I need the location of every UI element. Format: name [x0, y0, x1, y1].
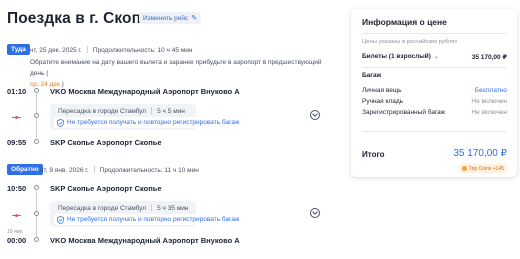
outbound-dep-time: 01:10 [7, 87, 27, 96]
divider [362, 33, 507, 34]
price-info-card: Информация о цене Цены указаны в российс… [351, 9, 517, 177]
return-expand-button[interactable] [310, 208, 320, 218]
transfer-dot [34, 211, 39, 216]
return-baggage-text: Не требуется получать и повторно регистр… [67, 216, 240, 223]
return-dep-airport: SKP Скопье Аэропорт Скопье [50, 184, 162, 193]
chevron-down-icon: ⌄ [433, 54, 439, 60]
baggage-row-value: Не включен [471, 98, 507, 105]
tickets-label: Билеты (1 взрослый) [362, 53, 431, 60]
return-arr-airport: VKO Москва Международный Аэропорт Внуков… [50, 236, 240, 245]
date-notice: Обратите внимание на дату вашего вылета … [30, 57, 330, 90]
outbound-baggage-text: Не требуется получать и повторно регистр… [67, 119, 240, 126]
price-title: Информация о цене [362, 17, 447, 27]
outbound-dep-airport: VKO Москва Международный Аэропорт Внуков… [50, 87, 240, 96]
return-transfer-city: Пересадка в городе Стамбул [58, 205, 147, 212]
outbound-date: чт, 25 дек. 2025 г. [30, 47, 82, 54]
outbound-date-line: чт, 25 дек. 2025 г. Продолжительность: 10… [30, 46, 192, 54]
return-transfer-box: Пересадка в городе Стамбул 5 ч 35 мин Не … [50, 201, 245, 227]
tickets-toggle[interactable]: Билеты (1 взрослый) ⌄ [362, 53, 439, 60]
shield-check-icon [57, 118, 64, 127]
chevron-down-icon [312, 113, 318, 117]
coin-icon [461, 166, 467, 171]
outbound-arr-time: 09:55 [7, 138, 27, 147]
return-date: пт, 9 янв. 2026 г. [40, 167, 89, 174]
baggage-header: Багаж [362, 72, 382, 79]
outbound-baggage-note: Не требуется получать и повторно регистр… [54, 117, 245, 128]
outbound-transfer-line: Пересадка в городе Стамбул 5 ч 5 мин [58, 107, 185, 115]
outbound-badge: Туда [7, 44, 30, 55]
notice-text: Обратите внимание на дату вашего вылета … [30, 59, 322, 77]
shield-check-icon [57, 215, 64, 224]
return-duration: Продолжительность: 11 ч 10 мин [99, 167, 199, 174]
return-baggage-note: Не требуется получать и повторно регистр… [54, 214, 245, 225]
edit-flight-link[interactable]: Изменить рейс ✎ [139, 12, 202, 24]
chevron-down-icon [312, 211, 318, 215]
return-transfer-time: 5 ч 35 мин [157, 205, 189, 212]
return-badge: Обратно [7, 164, 43, 175]
outbound-transfer-time: 5 ч 5 мин [157, 108, 185, 115]
divider [362, 67, 507, 68]
total-value: 35 170,00 ₽ [453, 148, 507, 159]
outbound-transfer-city: Пересадка в городе Стамбул [58, 108, 147, 115]
flight-mark-icon [12, 116, 21, 119]
return-arr-time: 00:00 [7, 236, 27, 245]
trip-coins-badge: Trip Coins +145 [458, 164, 507, 173]
pencil-icon: ✎ [191, 15, 198, 22]
timeline-dot [34, 88, 39, 93]
outbound-expand-button[interactable] [310, 110, 320, 120]
baggage-row-value: Бесплатно [474, 87, 507, 94]
return-date-line: пт, 9 янв. 2026 г. Продолжительность: 11 … [40, 166, 199, 174]
baggage-row-value: Не включен [471, 109, 507, 116]
timeline-dot [34, 185, 39, 190]
total-label: Итого [362, 150, 385, 159]
baggage-row-label: Зарегистрированный багаж [362, 109, 446, 116]
baggage-row-label: Ручная кладь [362, 98, 404, 105]
edit-label: Изменить рейс [143, 14, 189, 22]
outbound-duration: Продолжительность: 10 ч 45 мин [92, 47, 193, 54]
price-subtitle: Цены указаны в российских рублях [362, 39, 458, 45]
divider [362, 131, 507, 132]
return-arr-date: 10 янв. [7, 229, 24, 235]
page-title: Поездка в г. Скопье [7, 10, 160, 27]
tickets-value: 35 170,00 ₽ [471, 54, 507, 61]
transfer-dot [34, 113, 39, 118]
flight-mark-icon [12, 214, 21, 217]
trip-coins-text: Trip Coins +145 [468, 165, 504, 172]
timeline-dot [34, 139, 39, 144]
outbound-arr-airport: SKP Скопье Аэропорт Скопье [50, 138, 162, 147]
return-transfer-line: Пересадка в городе Стамбул 5 ч 35 мин [58, 204, 188, 212]
baggage-row-label: Личная вещь [362, 87, 402, 94]
return-dep-time: 10:50 [7, 184, 27, 193]
outbound-transfer-box: Пересадка в городе Стамбул 5 ч 5 мин Не т… [50, 104, 245, 130]
timeline-dot [34, 237, 39, 242]
